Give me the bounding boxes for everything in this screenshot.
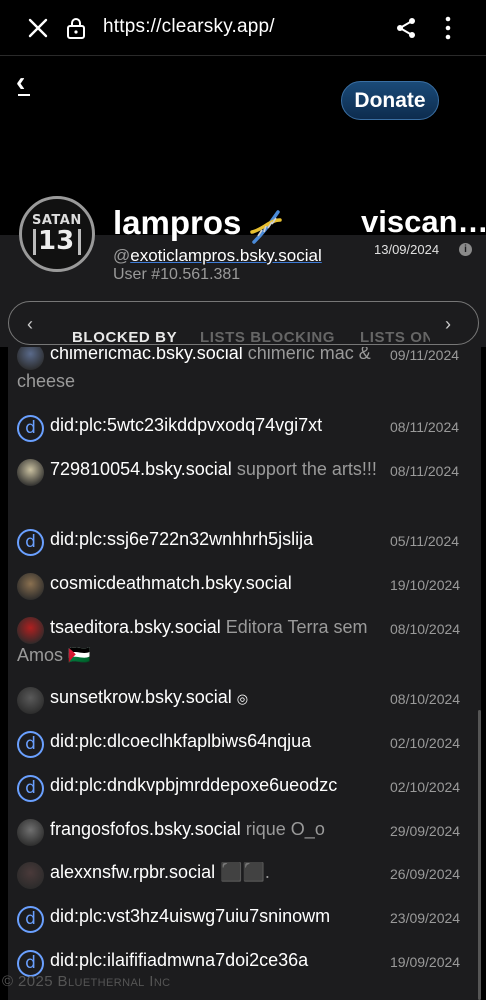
tab-lists-blocking[interactable]: LISTS BLOCKING	[200, 329, 335, 344]
list-item[interactable]: 729810054.bsky.social support the arts!!…	[8, 455, 470, 523]
dna-emoji-icon	[250, 210, 282, 244]
list-item[interactable]: tsaeditora.bsky.social Editora Terra sem…	[8, 613, 470, 681]
scrollbar[interactable]	[478, 710, 481, 1000]
list-item-handle[interactable]: did:plc:dndkvpbjmrddepoxe6ueodzc	[50, 775, 337, 795]
list-item-text: alexxnsfw.rpbr.social ⬛⬛.	[17, 858, 392, 886]
list-item-text: did:plc:vst3hz4uiswg7uiu7sninowm	[17, 902, 392, 930]
list-item-display-name: ⬛⬛.	[220, 862, 270, 882]
donate-button[interactable]: Donate	[341, 81, 439, 120]
list-item-handle[interactable]: did:plc:dlcoeclhkfaplbiws64nqjua	[50, 731, 311, 751]
avatar-text-number: 13	[38, 226, 75, 256]
back-button[interactable]: ‹	[16, 68, 31, 96]
list-item[interactable]: d did:plc:dndkvpbjmrddepoxe6ueodzc 02/10/2…	[8, 771, 470, 811]
list-item[interactable]: d did:plc:5wtc23ikddpvxodq74vgi7xt 08/11/2…	[8, 411, 470, 451]
list-item-date: 02/10/2024	[390, 779, 461, 795]
url-text[interactable]: https://clearsky.app/	[103, 16, 275, 38]
other-account-date: 13/09/2024	[374, 242, 440, 257]
list-item-handle[interactable]: cosmicdeathmatch.bsky.social	[50, 573, 292, 593]
tab-blocked-by[interactable]: BLOCKED BY	[72, 329, 177, 344]
close-icon[interactable]	[26, 16, 50, 40]
list-item-date: 19/09/2024	[390, 954, 461, 970]
list-item-text: did:plc:dlcoeclhkfaplbiws64nqjua	[17, 727, 392, 755]
lock-icon[interactable]	[66, 17, 86, 39]
list-item-text: did:plc:5wtc23ikddpvxodq74vgi7xt	[17, 411, 392, 439]
browser-url-bar: https://clearsky.app/	[0, 0, 486, 56]
more-options-icon[interactable]	[438, 14, 458, 42]
list-item-date: 02/10/2024	[390, 735, 461, 751]
list-item-text: cosmicdeathmatch.bsky.social	[17, 569, 392, 597]
list-item[interactable]: frangosfofos.bsky.social rique O_o 29/09/…	[8, 815, 470, 855]
list-item-date: 09/11/2024	[390, 347, 460, 363]
list-item-text: chimericmac.bsky.social chimeric mac & c…	[17, 347, 392, 395]
profile-name: lampros	[113, 204, 242, 241]
list-item[interactable]: d did:plc:ssj6e722n32wnhhrh5jslija 05/11/2…	[8, 525, 470, 565]
list-item-text: frangosfofos.bsky.social rique O_o	[17, 815, 392, 843]
other-account-name[interactable]: viscan…	[361, 204, 486, 240]
avatar[interactable]: SATAN 13	[19, 196, 95, 272]
list-item-handle[interactable]: did:plc:5wtc23ikddpvxodq74vgi7xt	[50, 415, 322, 435]
tab-bar: ‹ BLOCKED BY LISTS BLOCKING LISTS ON ›	[8, 301, 479, 345]
list-item-date: 05/11/2024	[390, 533, 460, 549]
list-item[interactable]: cosmicdeathmatch.bsky.social 19/10/2024	[8, 569, 470, 609]
list-item-date: 26/09/2024	[390, 866, 461, 882]
handle-prefix: @	[113, 246, 131, 265]
footer-copyright: © 2025 Bluethernal Inc	[2, 973, 171, 990]
list-item-text: did:plc:ilaififiadmwna7doi2ce36a	[17, 946, 392, 974]
blocked-by-list: chimericmac.bsky.social chimeric mac & c…	[8, 347, 481, 1000]
tab-lists-on[interactable]: LISTS ON	[360, 329, 430, 344]
list-item-handle[interactable]: frangosfofos.bsky.social	[50, 819, 241, 839]
list-item-date: 23/09/2024	[390, 910, 461, 926]
list-item-handle[interactable]: 729810054.bsky.social	[50, 459, 232, 479]
list-item-date: 29/09/2024	[390, 823, 461, 839]
tab-prev-arrow-icon[interactable]: ‹	[27, 314, 43, 335]
user-number: User #10.561.381	[113, 266, 241, 283]
profile-handle: @exoticlampros.bsky.social	[113, 246, 322, 266]
handle-link[interactable]: exoticlampros.bsky.social	[130, 246, 321, 265]
spiral-emoji-icon: ◎	[236, 691, 249, 706]
list-item-date: 08/11/2024	[390, 419, 460, 435]
list-item-display-name: rique O_o	[245, 819, 325, 839]
list-item-text: did:plc:ssj6e722n32wnhhrh5jslija	[17, 525, 392, 553]
tab-next-arrow-icon[interactable]: ›	[445, 314, 461, 335]
list-item-handle[interactable]: tsaeditora.bsky.social	[50, 617, 221, 637]
list-item[interactable]: alexxnsfw.rpbr.social ⬛⬛. 26/09/2024	[8, 858, 470, 898]
list-item-handle[interactable]: did:plc:vst3hz4uiswg7uiu7sninowm	[50, 906, 330, 926]
list-item[interactable]: d did:plc:dlcoeclhkfaplbiws64nqjua 02/10/2…	[8, 727, 470, 767]
list-item[interactable]: chimericmac.bsky.social chimeric mac & c…	[8, 347, 470, 411]
list-item-date: 19/10/2024	[390, 577, 461, 593]
list-item-text: sunsetkrow.bsky.social ◎	[17, 683, 392, 713]
list-item-date: 08/10/2024	[390, 621, 461, 637]
list-item-text: 729810054.bsky.social support the arts!!…	[17, 455, 392, 483]
info-icon[interactable]: i	[459, 243, 472, 256]
list-item-handle[interactable]: alexxnsfw.rpbr.social	[50, 862, 215, 882]
list-item[interactable]: d did:plc:vst3hz4uiswg7uiu7sninowm 23/09/2…	[8, 902, 470, 942]
list-item[interactable]: sunsetkrow.bsky.social ◎ 08/10/2024	[8, 683, 470, 723]
list-item-handle[interactable]: chimericmac.bsky.social	[50, 347, 243, 363]
list-item-date: 08/10/2024	[390, 691, 461, 707]
list-item-display-name: support the arts!!!	[236, 459, 377, 479]
list-item-text: tsaeditora.bsky.social Editora Terra sem…	[17, 613, 392, 669]
list-item-handle[interactable]: did:plc:ssj6e722n32wnhhrh5jslija	[50, 529, 313, 549]
list-item-text: did:plc:dndkvpbjmrddepoxe6ueodzc	[17, 771, 392, 799]
list-item-date: 08/11/2024	[390, 463, 460, 479]
list-item-handle[interactable]: did:plc:ilaififiadmwna7doi2ce36a	[50, 950, 308, 970]
share-icon[interactable]	[394, 16, 418, 40]
list-item-handle[interactable]: sunsetkrow.bsky.social	[50, 687, 232, 707]
